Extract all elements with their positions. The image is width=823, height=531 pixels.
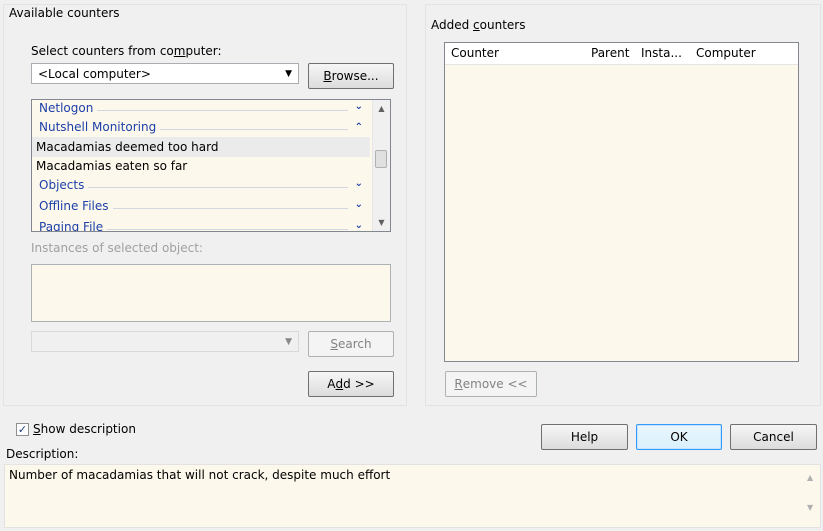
- list-header: Counter Parent Insta... Computer: [445, 43, 798, 65]
- checkmark-icon: ✓: [17, 423, 28, 436]
- computer-combobox[interactable]: <Local computer> ▼: [31, 63, 299, 84]
- browse-button[interactable]: Browse...: [308, 63, 394, 89]
- search-button[interactable]: Search: [308, 331, 394, 357]
- counter-list-scrollbar[interactable]: ▲ ▼: [372, 100, 390, 231]
- description-label: Description:: [6, 447, 79, 461]
- scroll-up-arrow-icon[interactable]: ▲: [373, 100, 390, 117]
- category-paging-file[interactable]: Paging File ⌄: [32, 219, 370, 231]
- chevron-down-icon[interactable]: ⌄: [355, 178, 363, 189]
- search-combobox[interactable]: ▼: [31, 331, 299, 352]
- available-counters-label: Available counters: [9, 6, 120, 20]
- chevron-up-icon[interactable]: ⌃: [355, 122, 363, 133]
- scroll-up-arrow-icon[interactable]: ▲: [807, 473, 813, 482]
- instances-label: Instances of selected object:: [31, 241, 203, 255]
- description-scrollbar[interactable]: ▲ ▼: [802, 465, 820, 527]
- scrollbar-thumb[interactable]: [375, 150, 387, 168]
- column-header-computer[interactable]: Computer: [696, 46, 756, 60]
- category-objects[interactable]: Objects ⌄: [32, 177, 370, 197]
- chevron-down-icon[interactable]: ⌄: [355, 101, 363, 112]
- show-description-checkbox[interactable]: ✓: [16, 423, 29, 436]
- column-header-parent[interactable]: Parent: [591, 46, 629, 60]
- counter-item-macadamias-deemed-too-hard[interactable]: Macadamias deemed too hard: [32, 137, 370, 157]
- description-box: Number of macadamias that will not crack…: [4, 464, 821, 528]
- category-label: Nutshell Monitoring: [39, 120, 161, 134]
- remove-button[interactable]: Remove <<: [445, 371, 537, 397]
- cancel-button[interactable]: Cancel: [730, 424, 817, 450]
- added-counters-list[interactable]: Counter Parent Insta... Computer: [444, 42, 799, 362]
- add-button[interactable]: Add >>: [308, 371, 394, 397]
- computer-combobox-value: <Local computer>: [38, 67, 151, 81]
- chevron-down-icon[interactable]: ⌄: [355, 220, 363, 231]
- counter-item-macadamias-eaten-so-far[interactable]: Macadamias eaten so far: [32, 156, 370, 176]
- show-description-label[interactable]: Show description: [33, 422, 136, 436]
- dropdown-arrow-icon: ▼: [285, 337, 292, 347]
- added-counters-label: Added counters: [431, 18, 526, 32]
- category-label: Objects: [39, 178, 89, 192]
- help-button[interactable]: Help: [541, 424, 628, 450]
- category-label: Netlogon: [39, 101, 98, 115]
- category-nutshell-monitoring[interactable]: Nutshell Monitoring ⌃: [32, 119, 370, 139]
- ok-button[interactable]: OK: [636, 424, 722, 450]
- chevron-down-icon[interactable]: ⌄: [355, 199, 363, 210]
- counter-list[interactable]: Netlogon ⌄ Nutshell Monitoring ⌃ Macadam…: [31, 99, 391, 232]
- scroll-down-arrow-icon[interactable]: ▼: [373, 214, 390, 231]
- description-text: Number of macadamias that will not crack…: [9, 468, 391, 482]
- category-netlogon[interactable]: Netlogon ⌄: [32, 100, 370, 120]
- dropdown-arrow-icon: ▼: [285, 69, 292, 79]
- column-header-instance[interactable]: Insta...: [641, 46, 682, 60]
- instances-list[interactable]: [31, 264, 391, 322]
- select-from-computer-label: Select counters from computer:: [31, 44, 222, 58]
- scroll-down-arrow-icon[interactable]: ▼: [807, 503, 813, 512]
- category-label: Paging File: [39, 220, 108, 231]
- category-offline-files[interactable]: Offline Files ⌄: [32, 198, 370, 218]
- column-header-counter[interactable]: Counter: [451, 46, 499, 60]
- category-label: Offline Files: [39, 199, 113, 213]
